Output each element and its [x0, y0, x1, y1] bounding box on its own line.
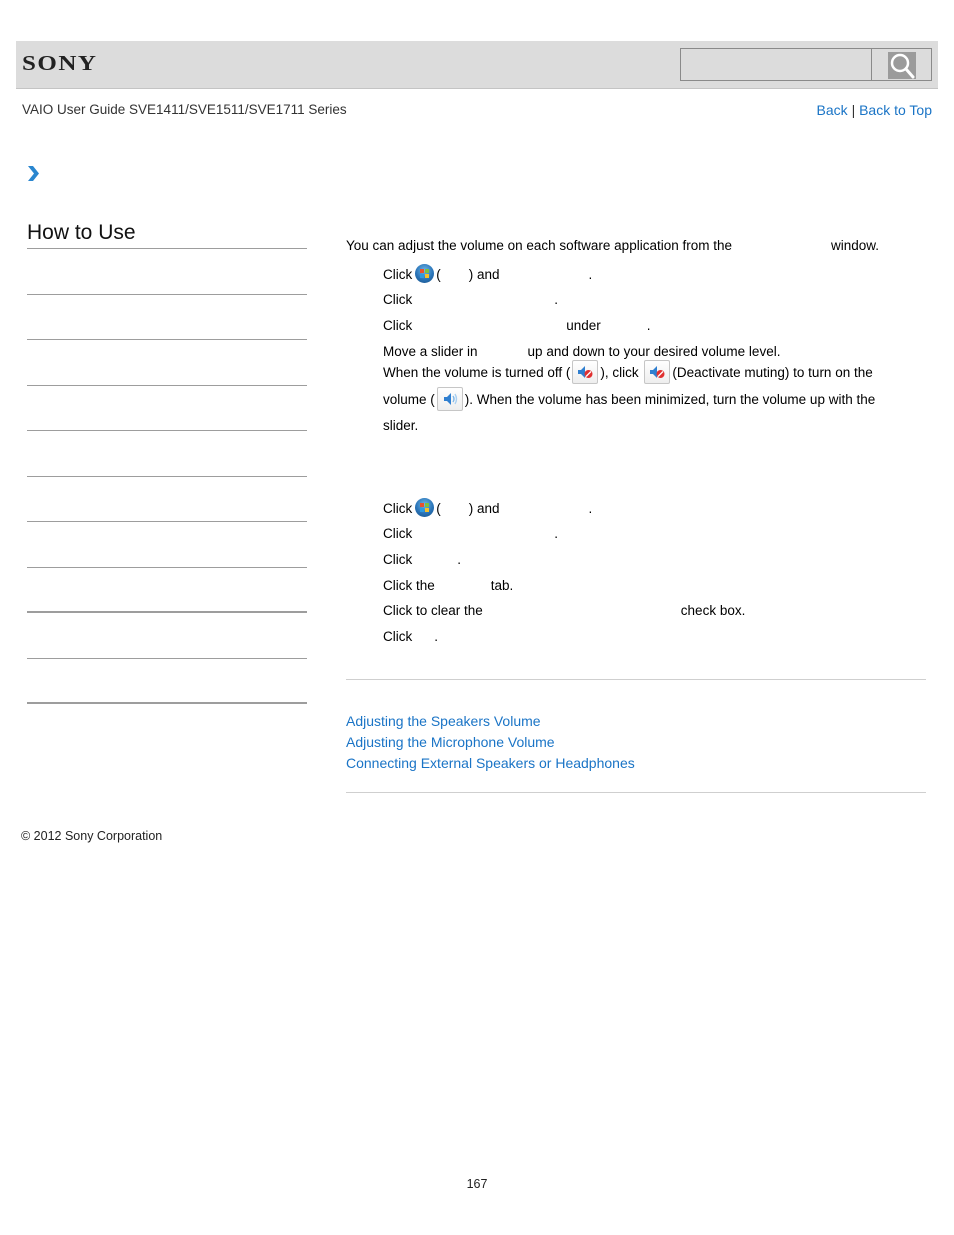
sidebar-item[interactable]: [27, 659, 307, 704]
sidebar-item[interactable]: [27, 568, 307, 613]
sidebar-item[interactable]: [27, 295, 307, 340]
related-links: Adjusting the Speakers Volume Adjusting …: [346, 711, 635, 774]
sidebar: How to Use: [27, 221, 307, 704]
step-2-5: Click to clear the check box.: [383, 603, 746, 618]
windows-start-icon: [415, 498, 435, 517]
windows-start-icon: [415, 264, 435, 283]
step-2-4: Click the tab.: [383, 578, 514, 593]
step-2-2: Click.: [383, 526, 559, 541]
copyright: © 2012 Sony Corporation: [21, 829, 163, 843]
step-2-6: Click.: [383, 629, 439, 644]
step-2-1: Click() and.: [383, 498, 592, 517]
search-input[interactable]: [680, 48, 872, 81]
divider: [346, 792, 926, 793]
sidebar-item[interactable]: [27, 386, 307, 431]
related-link-microphone-volume[interactable]: Adjusting the Microphone Volume: [346, 732, 635, 753]
back-link[interactable]: Back: [817, 102, 848, 118]
page-number: 167: [466, 1177, 488, 1191]
sidebar-item[interactable]: [27, 522, 307, 568]
sony-logo: SONY: [22, 52, 98, 75]
sidebar-item[interactable]: [27, 613, 307, 659]
related-link-speakers-volume[interactable]: Adjusting the Speakers Volume: [346, 711, 635, 732]
sidebar-item[interactable]: [27, 340, 307, 386]
search-icon: [888, 52, 916, 79]
deactivate-muting-icon[interactable]: [644, 360, 671, 384]
sidebar-item[interactable]: [27, 477, 307, 522]
divider: [346, 679, 926, 680]
intro-text: You can adjust the volume on each softwa…: [346, 238, 880, 253]
chevron-right-icon[interactable]: [27, 166, 40, 184]
top-links: Back | Back to Top: [817, 102, 932, 118]
step-2: Click.: [383, 292, 559, 307]
back-to-top-link[interactable]: Back to Top: [859, 102, 932, 118]
guide-title: VAIO User Guide SVE1411/SVE1511/SVE1711 …: [22, 102, 347, 117]
step-3: Click under.: [383, 318, 651, 333]
mute-note: When the volume is turned off (), click …: [383, 360, 913, 440]
speaker-on-icon: [436, 386, 463, 411]
step-4: Move a slider in up and down to your desi…: [383, 344, 781, 359]
muted-speaker-icon: [572, 360, 599, 384]
step-2-3: Click.: [383, 552, 462, 567]
sidebar-item[interactable]: [27, 249, 307, 295]
step-1: Click() and.: [383, 264, 592, 283]
related-link-external-speakers[interactable]: Connecting External Speakers or Headphon…: [346, 753, 635, 774]
sidebar-title: How to Use: [27, 221, 307, 249]
sidebar-item[interactable]: [27, 431, 307, 477]
search-button[interactable]: [871, 48, 932, 81]
header-bar: SONY: [16, 41, 938, 89]
link-separator: |: [851, 102, 856, 118]
